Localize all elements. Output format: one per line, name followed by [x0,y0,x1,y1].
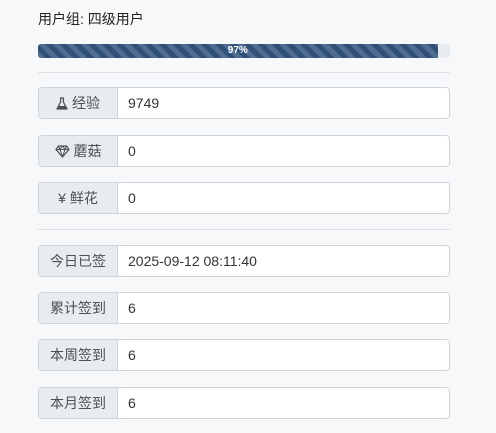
flower-label: 鲜花 [69,190,98,206]
signin-month-row: 本月签到 6 [38,387,450,419]
experience-value: 9749 [128,95,160,111]
mushroom-label: 蘑菇 [73,143,102,159]
mushroom-value: 0 [128,143,136,159]
diamond-icon [54,144,70,158]
signin-week-row: 本周签到 6 [38,339,450,371]
level-progress: 97% [38,44,450,58]
flower-row: ¥ 鲜花 0 [38,182,450,214]
signin-today-value: 2025-09-12 08:11:40 [128,253,257,269]
flask-icon [56,96,68,110]
flower-label-box: ¥ 鲜花 [39,183,118,213]
divider [38,72,450,73]
level-progress-bar: 97% [38,44,438,58]
signin-total-row: 累计签到 6 [38,292,450,324]
experience-label-box: 经验 [39,88,118,118]
signin-today-row: 今日已签 2025-09-12 08:11:40 [38,245,450,277]
signin-month-label: 本月签到 [39,388,118,418]
signin-total-label: 累计签到 [39,293,118,323]
yen-icon: ¥ [58,190,66,206]
flower-value: 0 [128,190,136,206]
mushroom-row: 蘑菇 0 [38,135,450,167]
signin-week-label: 本周签到 [39,340,118,370]
signin-month-value: 6 [128,395,136,411]
experience-label: 经验 [72,95,100,111]
user-group-text: 用户组: 四级用户 [38,11,144,27]
mushroom-label-box: 蘑菇 [39,136,118,166]
experience-row: 经验 9749 [38,87,450,119]
signin-today-label: 今日已签 [39,246,118,276]
signin-week-value: 6 [128,347,136,363]
signin-total-value: 6 [128,300,136,316]
divider [38,229,450,230]
